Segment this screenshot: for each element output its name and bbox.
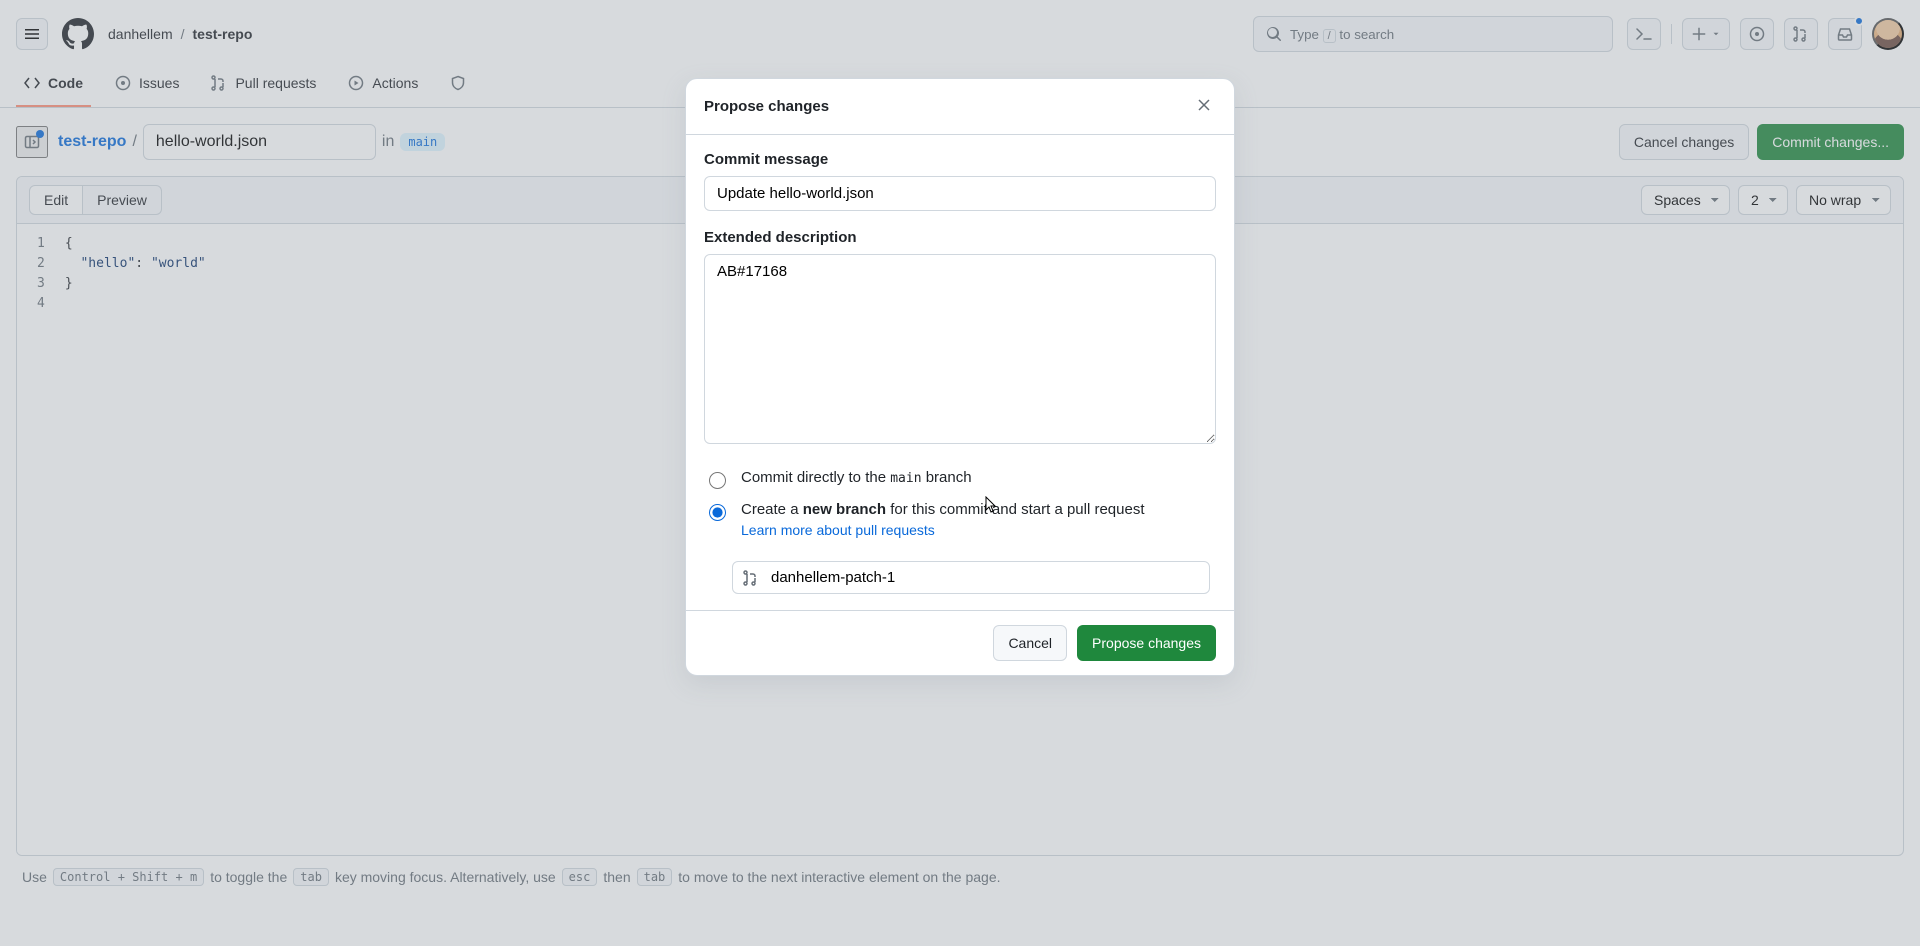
commit-direct-option[interactable]: Commit directly to the main branch [704, 469, 1216, 489]
close-icon [1196, 97, 1212, 113]
cancel-button[interactable]: Cancel [993, 625, 1067, 661]
extended-description-label: Extended description [704, 229, 1216, 246]
modal-header: Propose changes [686, 79, 1234, 135]
modal-title: Propose changes [704, 98, 829, 115]
branch-name-input[interactable] [769, 568, 1199, 587]
propose-changes-dialog: Propose changes Commit message Extended … [685, 78, 1235, 676]
commit-message-label: Commit message [704, 151, 1216, 168]
create-branch-label: Create a new branch for this commit and … [741, 501, 1145, 539]
close-button[interactable] [1192, 93, 1216, 120]
learn-more-link[interactable]: Learn more about pull requests [741, 522, 935, 538]
create-branch-radio[interactable] [709, 504, 726, 521]
propose-changes-button[interactable]: Propose changes [1077, 625, 1216, 661]
branch-name-field [732, 561, 1210, 594]
git-branch-icon [743, 570, 759, 586]
commit-message-input[interactable] [704, 176, 1216, 211]
commit-direct-label: Commit directly to the main branch [741, 469, 972, 486]
commit-direct-radio[interactable] [709, 472, 726, 489]
modal-overlay: Propose changes Commit message Extended … [0, 0, 1920, 946]
extended-description-input[interactable]: AB#17168 [704, 254, 1216, 444]
create-branch-option[interactable]: Create a new branch for this commit and … [704, 501, 1216, 539]
